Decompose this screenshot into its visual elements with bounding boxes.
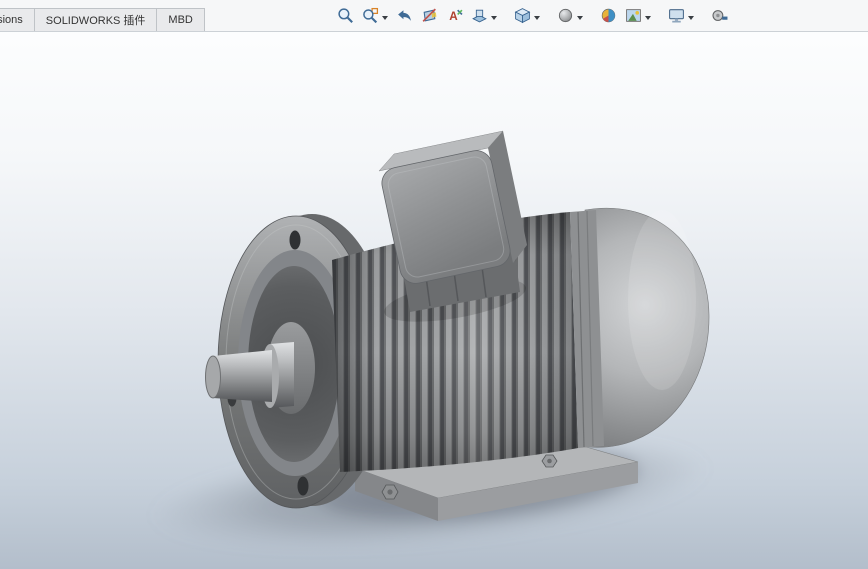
tab-mbd[interactable]: MBD [157, 8, 204, 31]
chevron-down-icon[interactable] [491, 16, 497, 20]
measure-button[interactable] [708, 3, 731, 29]
chevron-down-icon[interactable] [382, 16, 388, 20]
section-view-button[interactable] [418, 3, 441, 29]
view-orientation-icon [514, 7, 531, 24]
zoom-to-area-icon [362, 7, 379, 24]
heads-up-view-toolbar: A [333, 0, 732, 31]
view-orientation-button[interactable] [511, 3, 543, 29]
display-style-button[interactable] [554, 3, 586, 29]
dynamic-annotation-views-icon: A [446, 7, 463, 24]
tab-solidworks-addins[interactable]: SOLIDWORKS 插件 [35, 8, 158, 31]
chevron-down-icon[interactable] [534, 16, 540, 20]
zoom-to-fit-button[interactable] [334, 3, 357, 29]
measure-icon [711, 7, 728, 24]
apply-scene-button[interactable] [622, 3, 654, 29]
section-view-icon [421, 7, 438, 24]
motor-model[interactable] [0, 0, 868, 569]
chevron-down-icon[interactable] [577, 16, 583, 20]
graphics-viewport[interactable] [0, 0, 868, 569]
flange-bolt-hole [290, 231, 301, 250]
previous-view-button[interactable] [393, 3, 416, 29]
junction-box[interactable] [379, 131, 529, 330]
svg-text:A: A [449, 10, 458, 23]
display-style-icon [557, 7, 574, 24]
apply-scene-icon [625, 7, 642, 24]
previous-view-icon [396, 7, 413, 24]
tab-mbd-label: MBD [168, 14, 192, 26]
edit-appearance-icon [600, 7, 617, 24]
zoom-to-fit-icon [337, 7, 354, 24]
tab-solidworks-addins-label: SOLIDWORKS 插件 [46, 12, 146, 28]
view-settings-icon [668, 7, 685, 24]
annotation-views-button[interactable] [468, 3, 500, 29]
dynamic-annotation-views-button[interactable]: A [443, 3, 466, 29]
view-settings-button[interactable] [665, 3, 697, 29]
tab-dimensions-label: nsions [0, 14, 23, 26]
command-tabs: nsions SOLIDWORKS 插件 MBD [0, 0, 205, 31]
edit-appearance-button[interactable] [597, 3, 620, 29]
zoom-to-area-button[interactable] [359, 3, 391, 29]
chevron-down-icon[interactable] [645, 16, 651, 20]
flange-bolt-hole [298, 477, 309, 496]
hex-bolt [382, 485, 398, 499]
chevron-down-icon[interactable] [688, 16, 694, 20]
command-manager-bar: nsions SOLIDWORKS 插件 MBD [0, 0, 868, 32]
tab-dimensions[interactable]: nsions [0, 8, 35, 31]
motor-rear-cap[interactable] [585, 208, 709, 447]
annotation-views-icon [471, 7, 488, 24]
